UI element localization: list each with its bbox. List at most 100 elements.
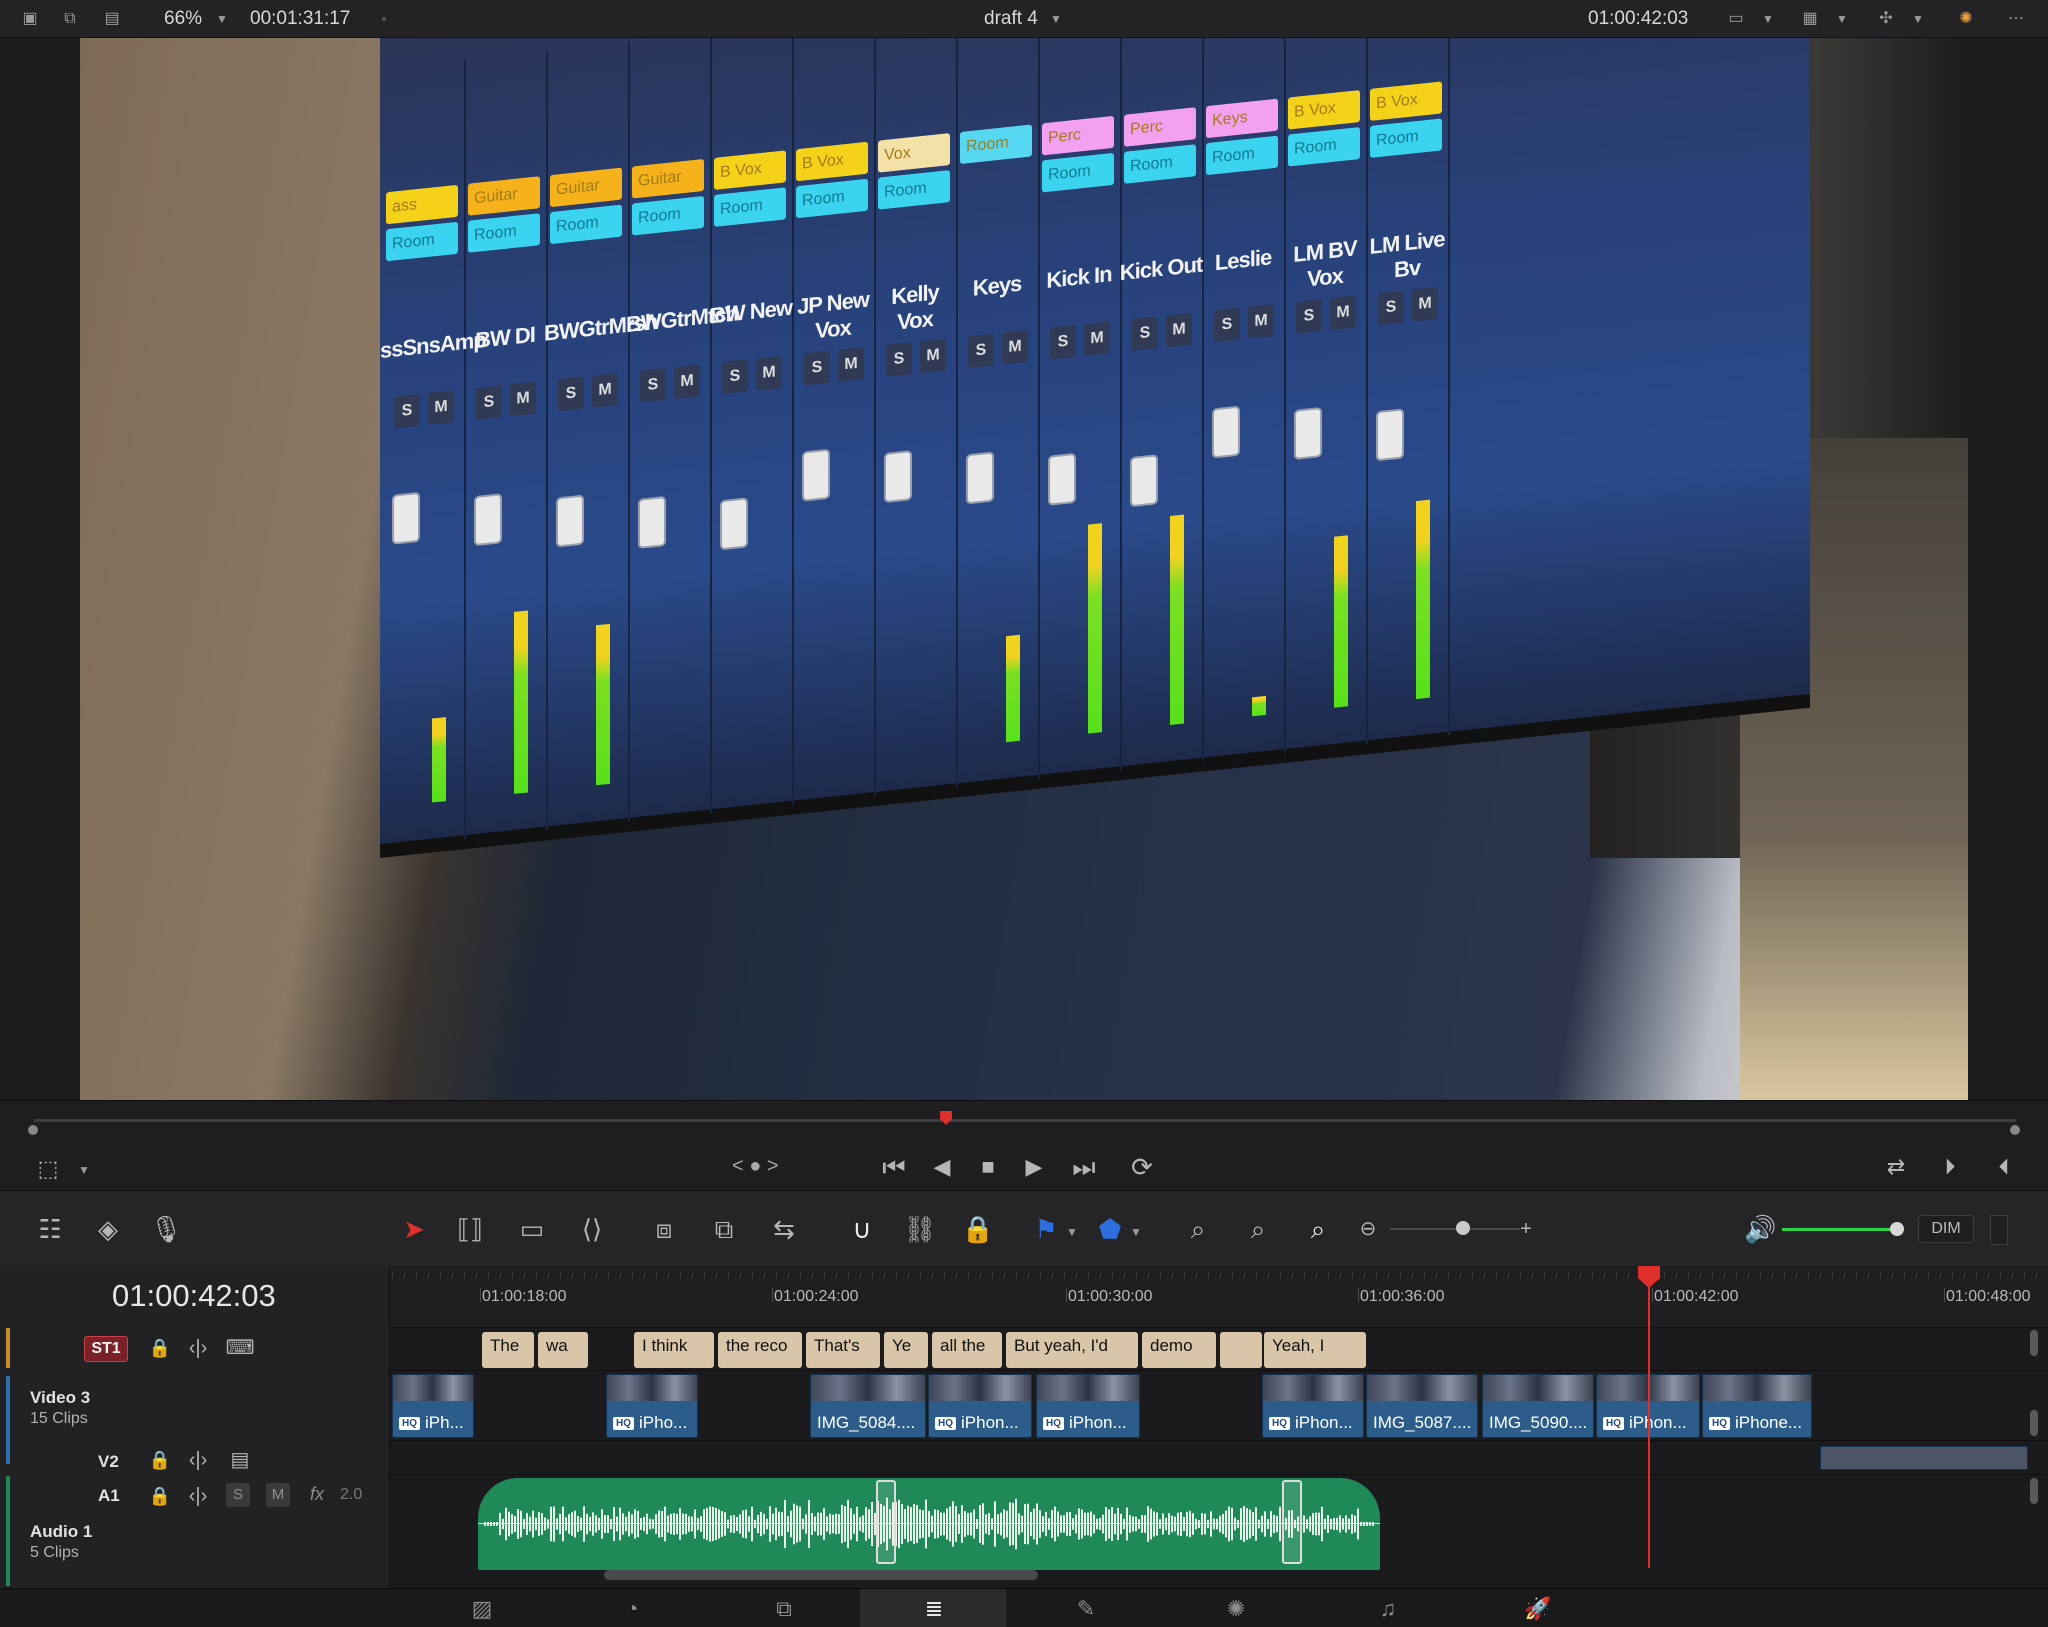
viewer-mode-icon[interactable]: ▭	[1724, 9, 1748, 29]
auto-select-icon[interactable]: ‹|›	[182, 1442, 214, 1478]
lock-icon[interactable]: 🔒	[146, 1442, 174, 1478]
keyframe-handle[interactable]	[876, 1480, 896, 1564]
loop-icon[interactable]: ⟳	[1122, 1149, 1162, 1185]
deliver-page-icon[interactable]: 🚀	[1518, 1596, 1558, 1622]
vertical-scrollbar[interactable]	[2030, 1478, 2038, 1504]
insert-clip-icon[interactable]: ⧈	[642, 1211, 686, 1247]
lock-icon[interactable]: 🔒	[146, 1330, 174, 1366]
subtitle-clip[interactable]: Ye	[884, 1332, 928, 1368]
mute-button[interactable]: M	[266, 1483, 290, 1507]
subtitle-clip[interactable]: But yeah, I'd	[1006, 1332, 1138, 1368]
subtitle-clip[interactable]: all the	[932, 1332, 1002, 1368]
timeline-name[interactable]: draft 4	[984, 9, 1038, 29]
volume-slider[interactable]	[1782, 1228, 1894, 1231]
chevron-down-icon[interactable]: ▼	[216, 12, 228, 26]
zoom-slider-knob[interactable]	[1456, 1221, 1470, 1235]
subtitle-clip[interactable]: That's	[806, 1332, 880, 1368]
video-clip[interactable]: HQ iPhon...	[1262, 1374, 1364, 1438]
position-lock-icon[interactable]: 🔒	[958, 1211, 998, 1247]
next-edit-icon[interactable]: ⏵	[1930, 1149, 1970, 1185]
scrubber-playhead[interactable]	[940, 1111, 952, 1125]
scrubber-track[interactable]	[34, 1119, 2016, 1122]
video-clip[interactable]: IMG_5087....	[1366, 1374, 1478, 1438]
fx-icon[interactable]: fx	[310, 1484, 324, 1505]
zoom-full-icon[interactable]: ⌕	[1176, 1211, 1220, 1247]
speaker-icon[interactable]: 🔊	[1744, 1211, 1776, 1247]
overwrite-clip-icon[interactable]: ⧉	[702, 1211, 746, 1247]
video-clip[interactable]: HQ iPhon...	[928, 1374, 1032, 1438]
subtitle-track-name[interactable]: ST1	[84, 1336, 128, 1362]
subtitle-clip[interactable]: demo	[1142, 1332, 1216, 1368]
v2-track-label[interactable]: V2	[98, 1452, 119, 1472]
a1-track-label[interactable]: A1	[98, 1486, 120, 1506]
v2-clip[interactable]	[1820, 1446, 2028, 1470]
out-handle[interactable]	[2010, 1125, 2020, 1135]
fusion-page-icon[interactable]: ✎	[1066, 1596, 1106, 1622]
keyframe-handle[interactable]	[1282, 1480, 1302, 1564]
single-viewer-icon[interactable]: ▣	[18, 9, 42, 29]
lock-icon[interactable]: 🔒	[146, 1478, 174, 1514]
video-clip[interactable]: HQ iPho...	[606, 1374, 698, 1438]
zoom-out-icon[interactable]: ⊖	[1356, 1211, 1380, 1247]
chevron-down-icon[interactable]: ▼	[1836, 12, 1848, 26]
vertical-scrollbar[interactable]	[2030, 1330, 2038, 1356]
playback-quality-icon[interactable]: ▦	[1798, 9, 1822, 29]
zoom-in-icon[interactable]: +	[1514, 1211, 1538, 1247]
chevron-down-icon[interactable]: ▼	[1066, 1225, 1078, 1239]
subtitle-clip[interactable]: Yeah, I	[1264, 1332, 1366, 1368]
video-clip[interactable]: HQ iPhone...	[1702, 1374, 1812, 1438]
dynamic-trim-icon[interactable]: ⟨⟩	[570, 1211, 614, 1247]
microphone-icon[interactable]: 🎙	[144, 1211, 188, 1247]
layout-icon[interactable]: ▤	[100, 9, 124, 29]
vertical-scrollbar[interactable]	[2030, 1410, 2038, 1436]
chevron-down-icon[interactable]: ▼	[78, 1163, 90, 1177]
video-clip[interactable]: HQ iPh...	[392, 1374, 474, 1438]
chevron-down-icon[interactable]: ▼	[1912, 12, 1924, 26]
marker-icon[interactable]: ⬟	[1094, 1211, 1126, 1247]
edit-timeline-page-icon[interactable]: ≣	[914, 1596, 954, 1622]
transform-icon[interactable]: ⬚	[30, 1151, 66, 1187]
film-strip-icon[interactable]: ▤	[224, 1442, 256, 1478]
captions-icon[interactable]: ⌨	[224, 1330, 256, 1366]
volume-knob[interactable]	[1890, 1222, 1904, 1236]
subtitle-clip[interactable]: wa	[538, 1332, 588, 1368]
color-wheel-icon[interactable]: ✺	[1954, 9, 1978, 29]
in-handle[interactable]	[28, 1125, 38, 1135]
chevron-down-icon[interactable]: ▼	[1762, 12, 1774, 26]
stop-icon[interactable]: ■	[968, 1149, 1008, 1185]
clip-viewer-icon[interactable]: ⧉	[58, 9, 82, 29]
auto-select-icon[interactable]: ‹|›	[182, 1478, 214, 1514]
fairlight-page-icon[interactable]: ♫	[1368, 1596, 1408, 1622]
chevron-down-icon[interactable]: ▼	[1130, 1225, 1142, 1239]
video-clip[interactable]: IMG_5084....	[810, 1374, 926, 1438]
subtitle-clip[interactable]	[1220, 1332, 1262, 1368]
trim-tool-icon[interactable]: ⟦⟧	[448, 1211, 492, 1247]
skip-start-icon[interactable]: ⏮	[874, 1149, 914, 1185]
solo-button[interactable]: S	[226, 1483, 250, 1507]
chevron-down-icon[interactable]: ▼	[1050, 12, 1062, 26]
audio-clip[interactable]	[478, 1478, 1380, 1570]
timeline-ruler[interactable]	[390, 1266, 2048, 1328]
zoom-slider[interactable]	[1390, 1228, 1520, 1230]
match-frame-icon[interactable]: ⇄	[1876, 1149, 1916, 1185]
play-icon[interactable]: ▶	[1014, 1149, 1054, 1185]
skip-end-icon[interactable]: ⏭	[1064, 1149, 1104, 1185]
zoom-level[interactable]: 66%	[164, 9, 202, 29]
zoom-custom-icon[interactable]: ⌕	[1296, 1211, 1340, 1247]
color-page-icon[interactable]: ✺	[1216, 1596, 1256, 1622]
link-icon[interactable]: ⛓	[900, 1211, 940, 1247]
overlay-icon[interactable]: ✣	[1874, 9, 1898, 29]
horizontal-scrollbar[interactable]	[604, 1570, 1038, 1580]
replace-clip-icon[interactable]: ⇆	[762, 1211, 806, 1247]
dim-button[interactable]: DIM	[1918, 1215, 1974, 1243]
more-options-icon[interactable]: ⋯	[2004, 9, 2028, 29]
video-clip[interactable]: HQ iPhon...	[1036, 1374, 1140, 1438]
edit-page-icon[interactable]: ⧉	[764, 1596, 804, 1622]
subtitle-clip[interactable]: The	[482, 1332, 534, 1368]
flag-icon[interactable]: ⚑	[1030, 1211, 1062, 1247]
cut-page-icon[interactable]: ◔	[612, 1596, 652, 1622]
blade-tool-icon[interactable]: ▭	[510, 1211, 554, 1247]
subtitle-clip[interactable]: the reco	[718, 1332, 802, 1368]
audio-meter-toggle[interactable]	[1990, 1215, 2008, 1245]
selection-tool-icon[interactable]: ➤	[396, 1211, 432, 1247]
